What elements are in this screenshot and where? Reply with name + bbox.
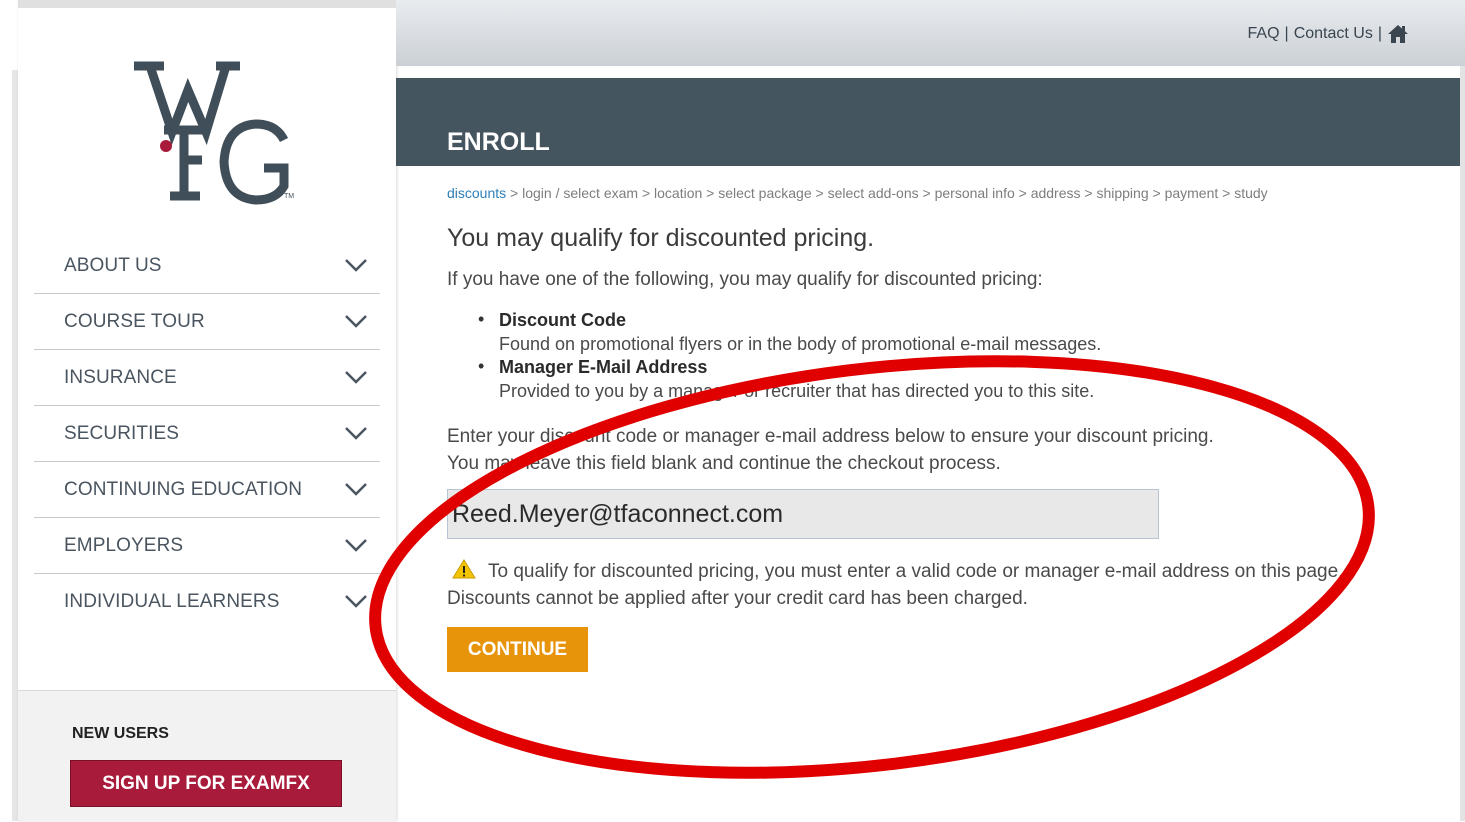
chevron-down-icon[interactable] [344,369,368,385]
list-item: • Manager E-Mail Address Provided to you… [478,356,1101,403]
sidebar-top-strip [18,0,396,8]
warning-icon [452,559,476,579]
breadcrumb-current[interactable]: discounts [447,185,506,201]
separator: | [1377,25,1382,42]
separator: | [1284,25,1289,42]
sidebar-item-label: SECURITIES [64,422,180,444]
right-border [1460,66,1465,821]
chevron-down-icon[interactable] [344,313,368,329]
page-title: ENROLL [447,128,550,156]
new-users-title: NEW USERS [72,725,169,742]
sidebar-item-label: CONTINUING EDUCATION [64,478,303,500]
discount-code-input[interactable] [447,489,1159,539]
section-heading: You may qualify for discounted pricing. [447,224,875,252]
top-header: FAQ | Contact Us | [396,0,1465,66]
sidebar-item-course-tour[interactable]: COURSE TOUR [34,294,380,350]
option-name: Discount Code [499,310,627,330]
instructions-line-2: You may leave this field blank and conti… [447,453,1001,474]
home-icon[interactable] [1387,24,1409,44]
sidebar-item-securities[interactable]: SECURITIES [34,406,380,462]
discount-options-list: • Discount Code Found on promotional fly… [478,309,1101,403]
header-links: FAQ | Contact Us | [1248,24,1409,44]
sidebar-nav: ABOUT US COURSE TOUR INSURANCE SECURITIE… [34,238,380,629]
sidebar-item-about-us[interactable]: ABOUT US [34,238,380,294]
sidebar-item-label: EMPLOYERS [64,534,184,556]
sidebar-item-label: COURSE TOUR [64,310,205,332]
wfg-logo[interactable]: TM [126,60,306,210]
sidebar-item-continuing-education[interactable]: CONTINUING EDUCATION [34,462,380,518]
trademark: TM [284,193,294,200]
option-description: Provided to you by a manager or recruite… [499,381,1095,401]
option-name: Manager E-Mail Address [499,357,708,377]
continue-button[interactable]: CONTINUE [447,627,588,672]
warning-message: To qualify for discounted pricing, you m… [447,558,1387,612]
chevron-down-icon[interactable] [344,481,368,497]
bullet: • [478,356,485,376]
sidebar: TM ABOUT US COURSE TOUR INSURANCE SECURI… [18,0,396,822]
instructions-line-1: Enter your discount code or manager e-ma… [447,426,1214,447]
faq-link[interactable]: FAQ [1248,25,1280,43]
chevron-down-icon[interactable] [344,257,368,273]
page-gutter [0,0,18,821]
chevron-down-icon[interactable] [344,593,368,609]
chevron-down-icon[interactable] [344,537,368,553]
chevron-down-icon[interactable] [344,425,368,441]
instructions: Enter your discount code or manager e-ma… [447,423,1214,477]
sidebar-item-insurance[interactable]: INSURANCE [34,350,380,406]
list-item: • Discount Code Found on promotional fly… [478,309,1101,356]
sidebar-item-label: ABOUT US [64,254,162,276]
sidebar-item-label: INDIVIDUAL LEARNERS [64,590,280,612]
bullet: • [478,309,485,329]
sign-up-button[interactable]: SIGN UP FOR EXAMFX [70,760,342,807]
sidebar-item-employers[interactable]: EMPLOYERS [34,518,380,574]
breadcrumb-steps: > login / select exam > location > selec… [506,185,1268,201]
sidebar-item-label: INSURANCE [64,366,177,388]
option-description: Found on promotional flyers or in the bo… [499,334,1102,354]
enroll-banner: ENROLL [396,78,1460,166]
new-users-panel: NEW USERS SIGN UP FOR EXAMFX [18,690,396,822]
intro-text: If you have one of the following, you ma… [447,269,1043,290]
sidebar-item-individual-learners[interactable]: INDIVIDUAL LEARNERS [34,574,380,629]
warning-text: To qualify for discounted pricing, you m… [447,561,1344,609]
contact-us-link[interactable]: Contact Us [1294,25,1373,43]
breadcrumb: discounts > login / select exam > locati… [447,185,1268,201]
